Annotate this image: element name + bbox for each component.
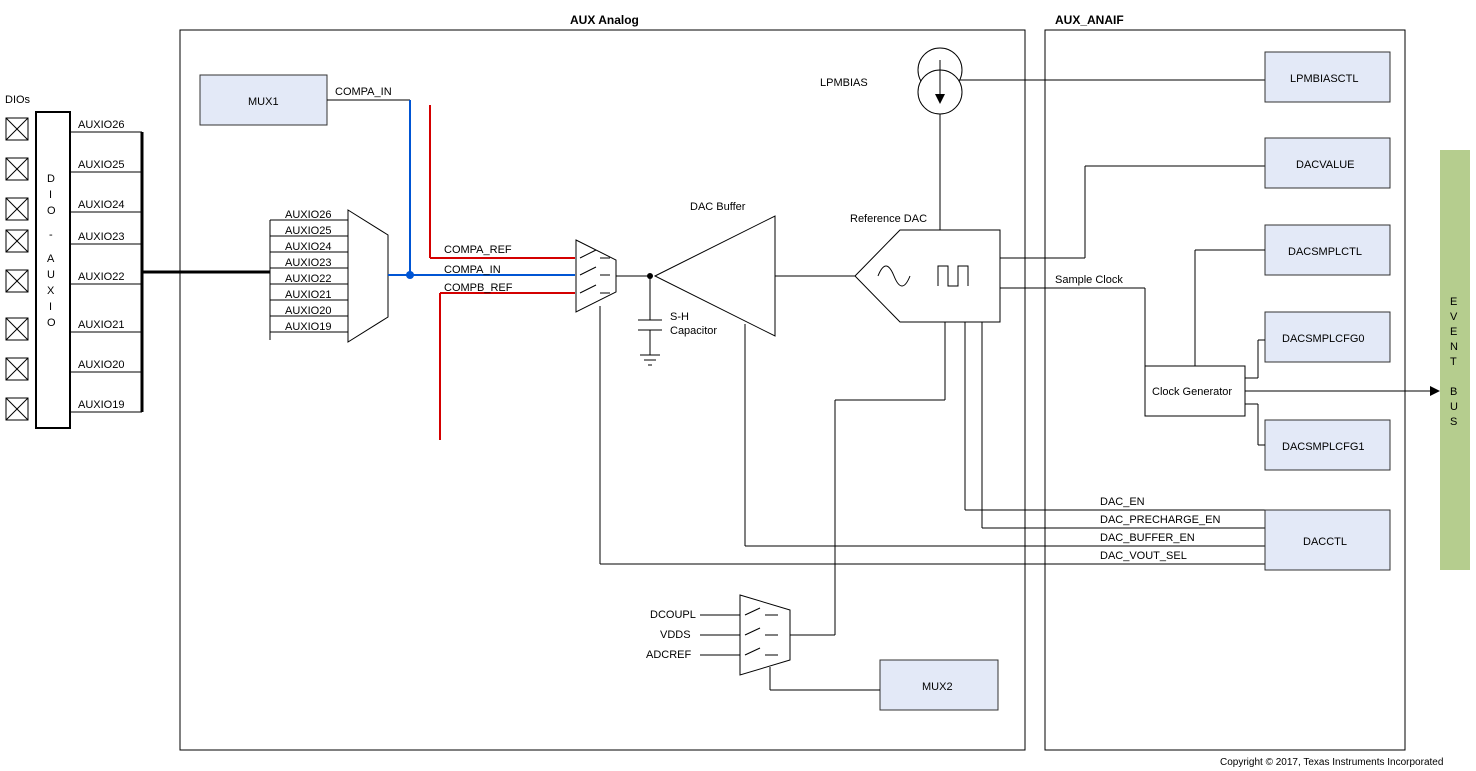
svg-text:AUXIO24: AUXIO24 [78,199,124,211]
svg-text:U: U [1450,401,1458,413]
svg-text:LPMBIAS: LPMBIAS [820,77,868,89]
svg-text:DAC_PRECHARGE_EN: DAC_PRECHARGE_EN [1100,514,1220,526]
svg-text:AUXIO23: AUXIO23 [78,231,124,243]
svg-text:DACCTL: DACCTL [1303,536,1347,548]
svg-text:DACSMPLCTL: DACSMPLCTL [1288,246,1362,258]
svg-text:COMPA_IN: COMPA_IN [444,264,501,276]
svg-text:DAC_VOUT_SEL: DAC_VOUT_SEL [1100,550,1187,562]
block-diagram: AUX Analog AUX_ANAIF DIOs D I O - A U X … [0,0,1476,771]
svg-text:AUXIO22: AUXIO22 [78,271,124,283]
svg-text:AUXIO23: AUXIO23 [285,257,331,269]
mux-input-list: AUXIO26 AUXIO25 AUXIO24 AUXIO23 AUXIO22 … [270,209,348,333]
svg-text:VDDS: VDDS [660,629,691,641]
dio-letter-X: X [47,285,55,297]
ref-select-mux [576,240,616,312]
copyright-text: Copyright © 2017, Texas Instruments Inco… [1220,757,1443,768]
svg-text:DAC Buffer: DAC Buffer [690,201,746,213]
dio-letter-O2: O [47,317,56,329]
aux-analog-title: AUX Analog [570,13,639,27]
sh-cap-label2: Capacitor [670,325,717,337]
svg-text:DACVALUE: DACVALUE [1296,159,1354,171]
svg-text:Clock Generator: Clock Generator [1152,386,1232,398]
auxio-labels: AUXIO26 AUXIO25 AUXIO24 AUXIO23 AUXIO22 … [70,119,142,412]
svg-text:DAC_EN: DAC_EN [1100,496,1145,508]
svg-text:E: E [1450,326,1457,338]
svg-text:AUXIO26: AUXIO26 [285,209,331,221]
dio-letter-I: I [49,189,52,201]
svg-text:T: T [1450,356,1457,368]
reference-dac [855,230,1000,322]
svg-text:E: E [1450,296,1457,308]
dio-letter-D: D [47,173,55,185]
dio-letter-O: O [47,205,56,217]
svg-text:AUXIO20: AUXIO20 [78,359,124,371]
svg-text:AUXIO21: AUXIO21 [78,319,124,331]
svg-text:COMPA_IN: COMPA_IN [335,86,392,98]
svg-text:LPMBIASCTL: LPMBIASCTL [1290,73,1358,85]
svg-text:AUXIO19: AUXIO19 [285,321,331,333]
aux-anaif-title: AUX_ANAIF [1055,13,1124,27]
svg-text:COMPB_REF: COMPB_REF [444,282,513,294]
svg-text:AUXIO24: AUXIO24 [285,241,331,253]
svg-text:AUXIO25: AUXIO25 [78,159,124,171]
dios-label: DIOs [5,94,31,106]
svg-text:Sample Clock: Sample Clock [1055,274,1123,286]
svg-text:V: V [1450,311,1458,323]
svg-text:DCOUPL: DCOUPL [650,609,696,621]
svg-text:Reference DAC: Reference DAC [850,213,927,225]
svg-text:DACSMPLCFG0: DACSMPLCFG0 [1282,333,1365,345]
svg-text:AUXIO22: AUXIO22 [285,273,331,285]
svg-text:AUXIO25: AUXIO25 [285,225,331,237]
dio-letter-U: U [47,269,55,281]
svg-text:DAC_BUFFER_EN: DAC_BUFFER_EN [1100,532,1195,544]
svg-text:DACSMPLCFG1: DACSMPLCFG1 [1282,441,1365,453]
svg-text:AUXIO20: AUXIO20 [285,305,331,317]
svg-text:AUXIO19: AUXIO19 [78,399,124,411]
dio-letter-dash: - [49,229,53,241]
svg-text:ADCREF: ADCREF [646,649,692,661]
dio-letter-I2: I [49,301,52,313]
svg-text:N: N [1450,341,1458,353]
aux-analog-box [180,30,1025,750]
svg-text:B: B [1450,386,1457,398]
sh-cap-label1: S-H [670,311,689,323]
dio-pads [6,118,28,420]
dio-letter-A: A [47,253,55,265]
auxio-mux [348,210,388,342]
svg-text:COMPA_REF: COMPA_REF [444,244,512,256]
svg-text:MUX2: MUX2 [922,681,953,693]
svg-text:AUXIO26: AUXIO26 [78,119,124,131]
svg-text:AUXIO21: AUXIO21 [285,289,331,301]
svg-text:MUX1: MUX1 [248,96,279,108]
svg-text:S: S [1450,416,1457,428]
